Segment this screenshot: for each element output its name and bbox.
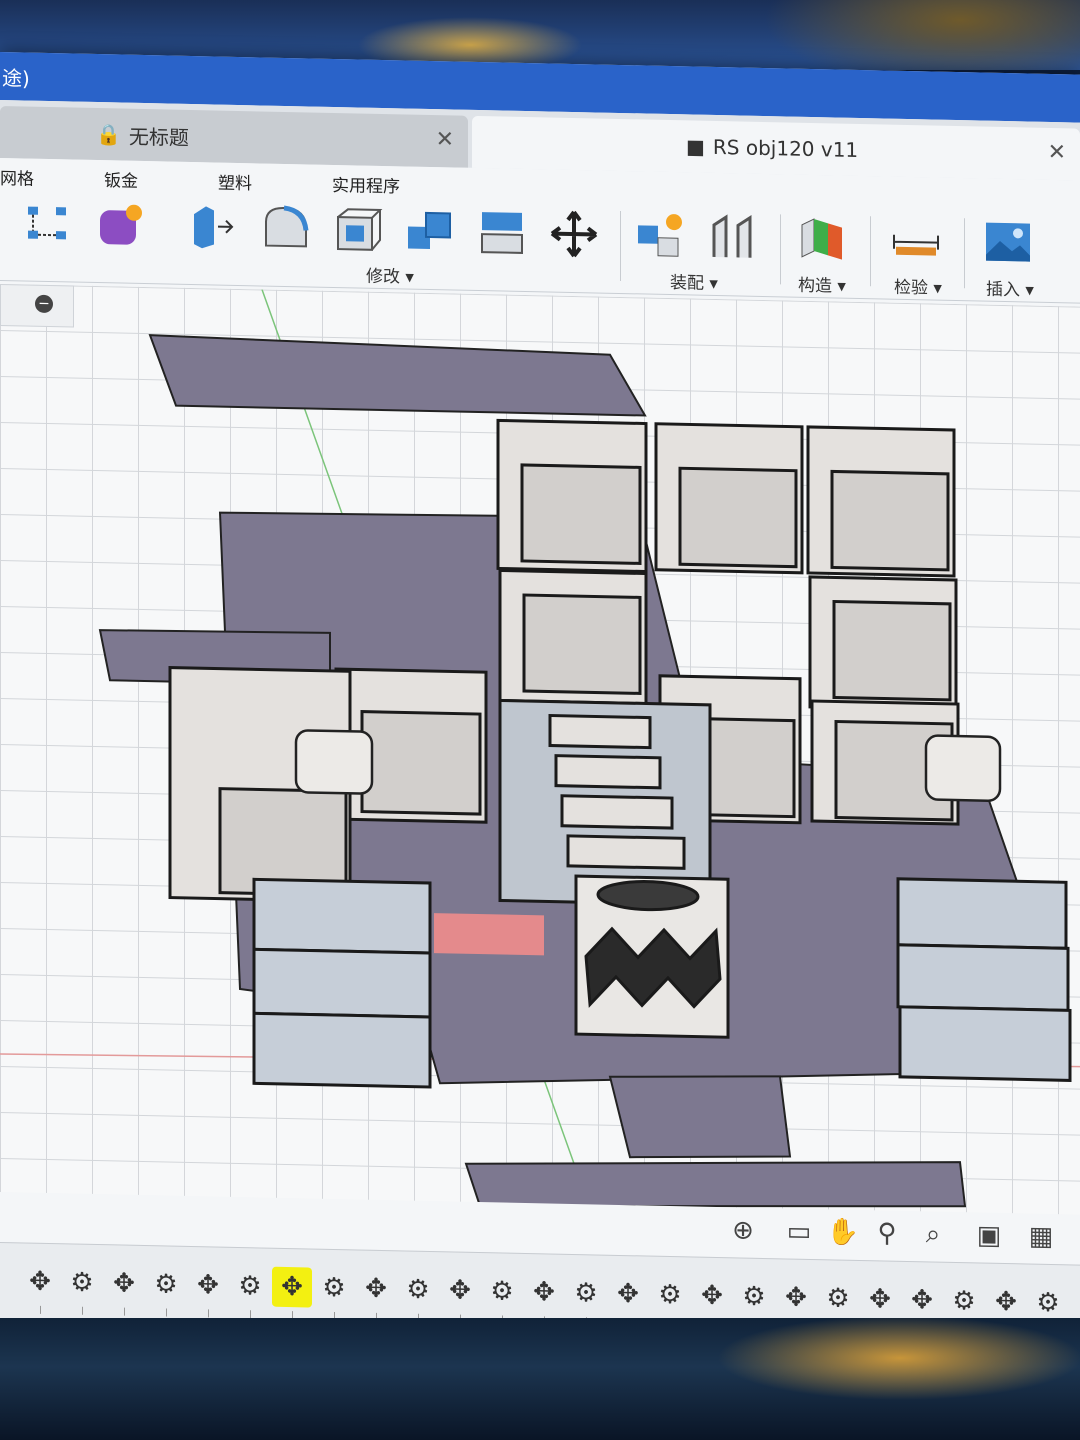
move-icon[interactable]: ✥ <box>188 1265 228 1306</box>
new-component-icon[interactable] <box>634 209 686 262</box>
cube-icon: ■ <box>686 134 705 159</box>
sketch-icon[interactable] <box>22 196 74 249</box>
form-icon[interactable] <box>96 198 148 251</box>
category-sheet-metal[interactable]: 钣金 <box>104 166 138 192</box>
close-icon[interactable]: ✕ <box>436 127 454 152</box>
move-icon[interactable]: ✥ <box>860 1279 900 1320</box>
move-copy-icon[interactable] <box>548 207 600 260</box>
timeline-tick <box>124 1307 125 1316</box>
look-at-icon[interactable]: ▭ <box>782 1214 816 1249</box>
component-icon[interactable]: ⚙ <box>650 1275 690 1316</box>
fit-icon[interactable]: ⌕ <box>916 1217 950 1252</box>
close-icon[interactable]: ✕ <box>1048 140 1066 165</box>
group-modify[interactable]: 修改 ▾ <box>366 262 414 288</box>
plane-icon[interactable] <box>796 213 848 266</box>
group-assemble[interactable]: 装配 ▾ <box>670 268 718 294</box>
component-icon[interactable]: ⚙ <box>62 1262 102 1303</box>
divider <box>870 216 871 287</box>
measure-icon[interactable] <box>890 215 942 268</box>
divider <box>780 214 781 285</box>
group-construct[interactable]: 构造 ▾ <box>798 271 846 297</box>
timeline-tick <box>82 1306 83 1315</box>
component-icon[interactable]: ⚙ <box>146 1264 186 1305</box>
zoom-icon[interactable]: ⚲ <box>870 1216 904 1251</box>
move-icon[interactable]: ✥ <box>986 1282 1026 1323</box>
shell-icon[interactable] <box>332 203 384 256</box>
app-window: 途) 🔒 无标题 ✕ ■ RS obj120 v11 ✕ 网格 钣金 塑料 实用… <box>0 52 1080 1348</box>
category-mesh[interactable]: 网格 <box>0 164 34 190</box>
divider <box>620 210 621 282</box>
photo-background-bottom <box>0 1318 1080 1440</box>
move-icon[interactable]: ✥ <box>20 1261 60 1302</box>
display-settings-icon[interactable]: ▣ <box>972 1218 1006 1253</box>
pan-icon[interactable]: ✋ <box>826 1215 860 1250</box>
tab-label: 无标题 <box>128 124 189 150</box>
move-icon[interactable]: ✥ <box>356 1268 396 1309</box>
toolbar-ribbon: 网格 钣金 塑料 实用程序 修改 ▾ 装配 ▾ 构造 ▾ 检验 ▾ 插入 ▾ <box>0 158 1080 304</box>
app-title: 途) <box>2 66 30 91</box>
component-icon[interactable]: ⚙ <box>482 1271 522 1312</box>
group-inspect[interactable]: 检验 ▾ <box>894 273 942 299</box>
fillet-icon[interactable] <box>260 201 312 254</box>
timeline-tick <box>208 1309 209 1318</box>
combine-icon[interactable] <box>404 204 456 257</box>
move-icon[interactable]: ✥ <box>440 1270 480 1311</box>
component-icon[interactable]: ⚙ <box>230 1266 270 1307</box>
component-icon[interactable]: ⚙ <box>566 1273 606 1314</box>
tab-label: RS obj120 v11 <box>712 134 859 162</box>
divider <box>964 218 965 289</box>
move-icon[interactable]: ✥ <box>902 1280 942 1321</box>
timeline-tick <box>40 1305 41 1314</box>
model-spike-block <box>574 874 730 1039</box>
move-icon[interactable]: ✥ <box>776 1277 816 1318</box>
press-pull-icon[interactable] <box>186 200 238 253</box>
timeline-tick <box>166 1308 167 1317</box>
move-icon[interactable]: ✥ <box>608 1274 648 1315</box>
move-icon[interactable]: ✥ <box>692 1275 732 1316</box>
orbit-icon[interactable]: ⊕ <box>726 1213 760 1248</box>
category-utilities[interactable]: 实用程序 <box>332 171 400 197</box>
component-icon[interactable]: ⚙ <box>314 1268 354 1309</box>
joint-icon[interactable] <box>706 211 758 264</box>
browser-panel-toggle[interactable]: − <box>0 284 74 328</box>
group-insert[interactable]: 插入 ▾ <box>986 275 1034 301</box>
component-icon[interactable]: ⚙ <box>944 1281 984 1322</box>
split-body-icon[interactable] <box>476 206 528 259</box>
insert-image-icon[interactable] <box>982 217 1034 270</box>
3d-viewport-canvas[interactable] <box>0 284 1080 1219</box>
move-icon[interactable]: ✥ <box>272 1266 312 1308</box>
component-icon[interactable]: ⚙ <box>818 1278 858 1319</box>
minus-icon[interactable]: − <box>35 294 53 314</box>
category-plastic[interactable]: 塑料 <box>218 169 252 195</box>
lock-icon: 🔒 <box>96 122 121 147</box>
grid-settings-icon[interactable]: ▦ <box>1024 1219 1058 1254</box>
move-icon[interactable]: ✥ <box>104 1263 144 1304</box>
component-icon[interactable]: ⚙ <box>398 1269 438 1310</box>
move-icon[interactable]: ✥ <box>524 1272 564 1313</box>
component-icon[interactable]: ⚙ <box>734 1276 774 1317</box>
